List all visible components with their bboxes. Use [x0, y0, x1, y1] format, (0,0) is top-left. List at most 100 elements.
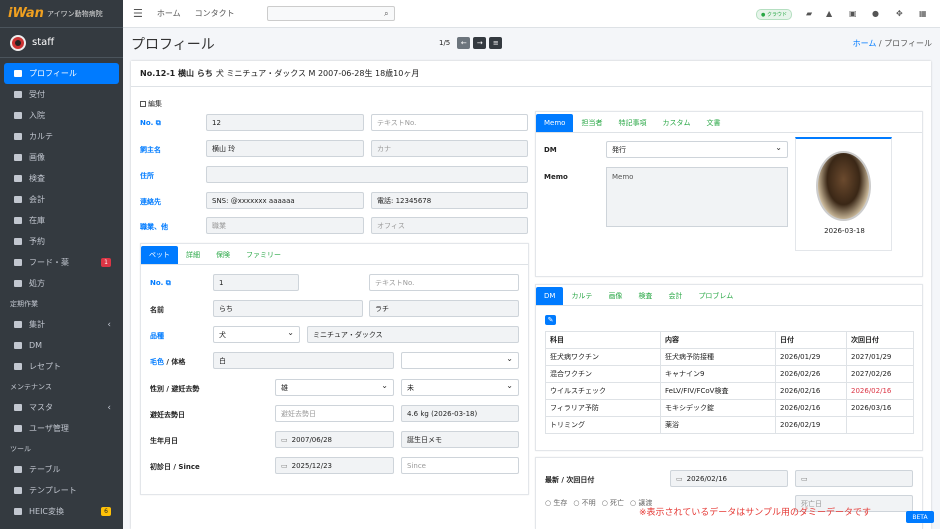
search-icon[interactable]: ⌕	[384, 9, 388, 19]
sidebar-item-heic[interactable]: HEIC変換 6	[0, 501, 123, 522]
grid-icon[interactable]: ▦	[919, 9, 927, 18]
beta-badge[interactable]: BETA	[906, 511, 934, 523]
bell-icon[interactable]: ▲	[826, 9, 832, 18]
next-date-input[interactable]: ▭	[795, 470, 913, 487]
sidebar-item-receipt[interactable]: レセプト	[0, 356, 123, 377]
sidebar-item-accounting[interactable]: 会計	[0, 189, 123, 210]
list-button[interactable]: ≡	[489, 37, 503, 49]
nav-home-link[interactable]: ホーム	[157, 8, 181, 19]
address-input[interactable]	[206, 166, 528, 183]
sidebar-item-label: レセプト	[29, 362, 61, 371]
sidebar-item-master[interactable]: マスタ ‹	[0, 397, 123, 418]
tab-custom[interactable]: カスタム	[654, 114, 698, 132]
weight-input[interactable]: 4.6 kg (2026-03-18)	[401, 405, 519, 422]
pet-photo[interactable]	[816, 151, 871, 221]
sidebar-item-summary[interactable]: 集計 ‹	[0, 314, 123, 335]
radio-dead[interactable]: ○ 死亡	[602, 498, 624, 508]
nav-contact-link[interactable]: コンタクト	[195, 8, 235, 19]
table-row[interactable]: トリミング 薬浴 2026/02/19	[545, 416, 914, 434]
help-icon[interactable]: ●	[872, 9, 879, 18]
cell-subject: トリミング	[545, 416, 661, 434]
search-input[interactable]: ⌕	[266, 6, 395, 21]
menu-icon[interactable]: ☰	[133, 7, 143, 20]
expand-icon[interactable]: ✥	[896, 9, 903, 18]
tab-problem[interactable]: プロブレム	[690, 287, 741, 305]
sidebar-item-chart[interactable]: カルテ	[0, 126, 123, 147]
tab-detail[interactable]: 詳細	[178, 246, 208, 264]
job-input[interactable]: 職業	[206, 217, 364, 234]
neuter-date-input[interactable]: 避妊去勢日	[275, 405, 394, 422]
first-visit-input[interactable]: ▭ 2025/12/23	[275, 457, 394, 474]
pet-card: ペット 詳細 保険 ファミリー No. ⧉ 1 テキストNo. 名前 らち ラチ…	[140, 243, 529, 495]
sidebar-item-profile[interactable]: プロフィール	[4, 63, 119, 84]
tab-family[interactable]: ファミリー	[238, 246, 289, 264]
neuter-select[interactable]: 未	[401, 379, 519, 396]
owner-kana-input[interactable]: カナ	[371, 140, 528, 157]
pet-name-input[interactable]: らち	[213, 300, 363, 317]
tab-notes[interactable]: 特記事項	[610, 114, 654, 132]
sidebar-item-food[interactable]: フード・薬 1	[0, 252, 123, 273]
phone-input[interactable]: 電話: 12345678	[371, 192, 528, 209]
tab-staff[interactable]: 担当者	[573, 114, 610, 132]
copy-icon[interactable]: ⧉	[156, 119, 161, 127]
tab-dm[interactable]: DM	[536, 287, 564, 305]
brand[interactable]: iWan アイワン動物病院	[0, 0, 123, 28]
breadcrumb-home[interactable]: ホーム	[853, 39, 877, 48]
table-row[interactable]: 狂犬病ワクチン 狂犬病予防接種 2026/01/29 2027/01/29	[545, 348, 914, 366]
build-select[interactable]	[401, 352, 519, 369]
copy-icon[interactable]: ▣	[849, 9, 857, 18]
tab-documents[interactable]: 文書	[698, 114, 728, 132]
sidebar-item-users[interactable]: ユーザ管理	[0, 418, 123, 439]
table-row[interactable]: ウイルスチェック FeLV/FIV/FCoV検査 2026/02/16 2026/02…	[545, 382, 914, 400]
breed-input[interactable]: ミニチュア・ダックス	[307, 326, 519, 343]
species-select[interactable]: 犬	[213, 326, 300, 343]
pet-text-no-input[interactable]: テキストNo.	[369, 274, 519, 291]
office-input[interactable]: オフィス	[371, 217, 528, 234]
latest-date-input[interactable]: ▭ 2026/02/16	[670, 470, 788, 487]
tab-memo[interactable]: Memo	[536, 114, 574, 132]
sidebar-item-prescription[interactable]: 処方	[0, 273, 123, 294]
radio-unknown[interactable]: ○ 不明	[573, 498, 595, 508]
sidebar-item-reception[interactable]: 受付	[0, 84, 123, 105]
owner-no-input[interactable]: 12	[206, 114, 364, 131]
owner-text-no-input[interactable]: テキストNo.	[371, 114, 528, 131]
cell-subject: 狂犬病ワクチン	[545, 348, 661, 366]
tab-exam[interactable]: 検査	[630, 287, 660, 305]
memo-textarea[interactable]: Memo	[606, 167, 788, 227]
sidebar-item-exam[interactable]: 検査	[0, 168, 123, 189]
chat-icon[interactable]: ▰	[806, 9, 812, 18]
sidebar-item-dm[interactable]: DM	[0, 335, 123, 356]
user-panel[interactable]: staff	[0, 28, 123, 58]
sidebar-item-stock[interactable]: 在庫	[0, 210, 123, 231]
edit-button[interactable]: ✎	[545, 315, 556, 325]
prev-button[interactable]: ←	[457, 37, 471, 49]
sidebar-item-hospitalization[interactable]: 入院	[0, 105, 123, 126]
since-input[interactable]: Since	[401, 457, 519, 474]
birth-input[interactable]: ▭ 2007/06/28	[275, 431, 394, 448]
radio-alive[interactable]: ○ 生存	[545, 498, 567, 508]
cell-content: 狂犬病予防接種	[660, 348, 776, 366]
sidebar-item-reservation[interactable]: 予約	[0, 231, 123, 252]
pet-kana-input[interactable]: ラチ	[369, 300, 519, 317]
dm-select[interactable]: 発行	[606, 141, 788, 158]
next-button[interactable]: →	[473, 37, 487, 49]
sns-input[interactable]: SNS: @xxxxxxx aaaaaa	[206, 192, 364, 209]
owner-name-input[interactable]: 横山 玲	[206, 140, 364, 157]
tab-image[interactable]: 画像	[600, 287, 630, 305]
tab-karte[interactable]: カルテ	[563, 287, 600, 305]
tab-account[interactable]: 会計	[660, 287, 690, 305]
birth-memo-input[interactable]: 誕生日メモ	[401, 431, 519, 448]
tab-insurance[interactable]: 保険	[208, 246, 238, 264]
table-icon	[12, 465, 23, 474]
table-row[interactable]: フィラリア予防 モキシデック錠 2026/02/16 2026/03/16	[545, 399, 914, 417]
tab-pet[interactable]: ペット	[141, 246, 178, 264]
sidebar-item-image[interactable]: 画像	[0, 147, 123, 168]
sidebar-item-table[interactable]: テーブル	[0, 459, 123, 480]
table-row[interactable]: 混合ワクチン キャナイン9 2026/02/26 2027/02/26	[545, 365, 914, 383]
copy-icon[interactable]: ⧉	[166, 279, 171, 287]
pet-no-input[interactable]: 1	[213, 274, 299, 291]
color-input[interactable]: 白	[213, 352, 394, 369]
edit-checkbox[interactable]: 編集	[140, 99, 162, 109]
sex-select[interactable]: 雄	[275, 379, 394, 396]
sidebar-item-template[interactable]: テンプレート	[0, 480, 123, 501]
